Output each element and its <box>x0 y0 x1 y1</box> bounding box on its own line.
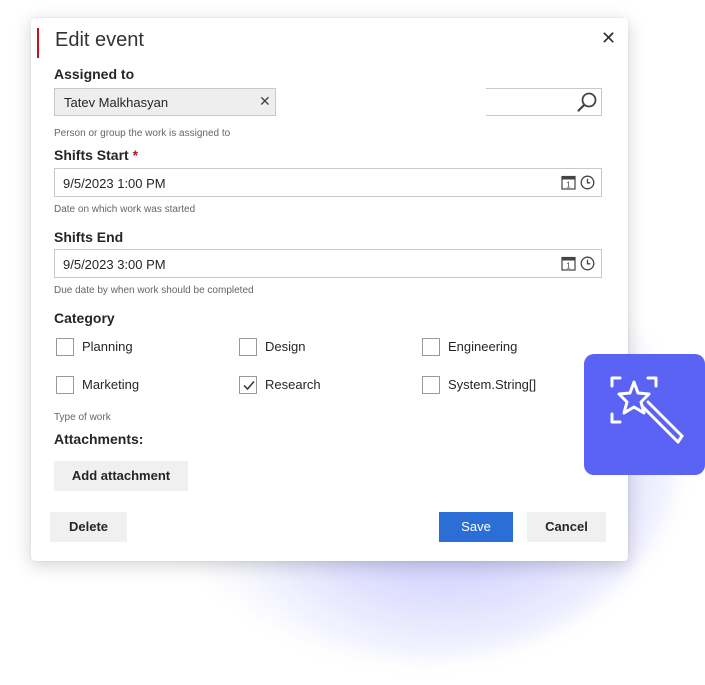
shifts-start-input[interactable]: 9/5/2023 1:00 PM 1 <box>54 168 602 197</box>
title-accent-bar <box>37 28 39 58</box>
checkbox[interactable] <box>56 376 74 394</box>
shifts-start-label: Shifts Start * <box>54 147 138 163</box>
svg-text:1: 1 <box>566 180 571 189</box>
shifts-start-label-text: Shifts Start <box>54 147 129 163</box>
checkbox[interactable] <box>422 376 440 394</box>
checkbox-label: Planning <box>82 339 133 354</box>
shifts-end-value: 9/5/2023 3:00 PM <box>63 257 166 272</box>
magic-wand-icon <box>610 376 684 444</box>
calendar-icon[interactable]: 1 <box>561 256 576 271</box>
checkbox-label: Marketing <box>82 377 140 392</box>
cancel-button[interactable]: Cancel <box>527 512 606 542</box>
assigned-to-field[interactable]: Tatev Malkhasyan ✕ <box>54 88 602 116</box>
assigned-to-hint: Person or group the work is assigned to <box>54 128 231 139</box>
checkbox[interactable] <box>56 338 74 356</box>
category-hint: Type of work <box>54 412 111 423</box>
checkbox[interactable] <box>422 338 440 356</box>
checkbox-label: System.String[] <box>448 377 537 392</box>
checkmark-icon <box>243 381 255 391</box>
shifts-start-value: 9/5/2023 1:00 PM <box>63 176 166 191</box>
delete-button[interactable]: Delete <box>50 512 127 542</box>
shifts-end-label: Shifts End <box>54 229 124 245</box>
required-marker: * <box>132 147 139 163</box>
save-button[interactable]: Save <box>439 512 513 542</box>
assigned-to-label: Assigned to <box>54 66 135 82</box>
shifts-start-hint: Date on which work was started <box>54 204 196 215</box>
add-attachment-button[interactable]: Add attachment <box>54 461 188 491</box>
attachments-label: Attachments: <box>54 431 144 447</box>
shifts-end-hint: Due date by when work should be complete… <box>54 285 254 296</box>
shifts-end-input[interactable]: 9/5/2023 3:00 PM 1 <box>54 249 602 278</box>
checkbox-label: Engineering <box>448 339 518 354</box>
assignee-name: Tatev Malkhasyan <box>64 95 169 110</box>
close-icon[interactable]: ✕ <box>601 28 616 49</box>
checkbox-label: Design <box>265 339 306 354</box>
dialog-title: Edit event <box>55 29 144 51</box>
checkbox-checked[interactable] <box>239 376 257 394</box>
search-icon[interactable] <box>576 91 598 113</box>
checkbox[interactable] <box>239 338 257 356</box>
calendar-icon[interactable]: 1 <box>561 175 576 190</box>
assignee-chip: Tatev Malkhasyan ✕ <box>54 88 276 116</box>
clock-icon[interactable] <box>580 175 595 190</box>
category-label: Category <box>54 310 115 326</box>
magic-wand-tile[interactable] <box>584 354 705 475</box>
edit-event-dialog: Edit event ✕ Assigned to Tatev Malkhasya… <box>31 18 628 561</box>
remove-assignee-icon[interactable]: ✕ <box>259 93 271 110</box>
clock-icon[interactable] <box>580 256 595 271</box>
checkbox-label: Research <box>265 377 321 392</box>
svg-text:1: 1 <box>566 261 571 270</box>
